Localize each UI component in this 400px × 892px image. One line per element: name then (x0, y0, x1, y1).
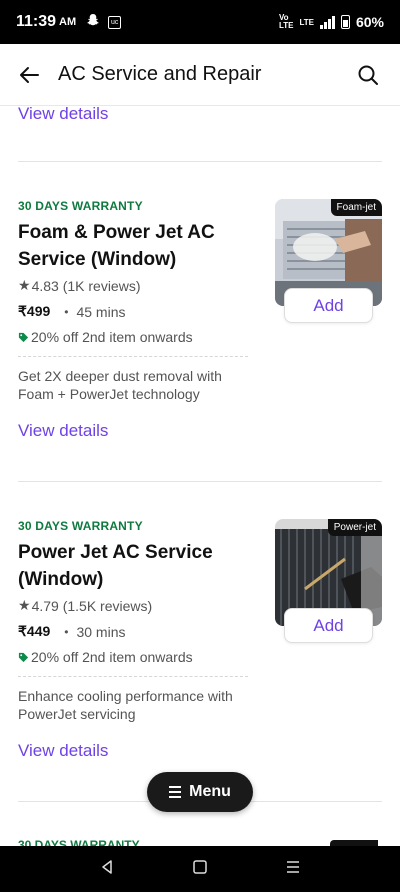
arrow-left-icon[interactable] (18, 58, 52, 92)
duration: 45 mins (76, 303, 126, 320)
offer-text: 20% off 2nd item onwards (31, 329, 193, 345)
search-icon[interactable] (354, 61, 382, 89)
back-triangle-icon[interactable] (99, 859, 115, 880)
view-details-link-previous[interactable]: View details (18, 104, 108, 124)
offer: 20% off 2nd item onwards (18, 649, 382, 665)
recents-menu-icon[interactable] (285, 859, 301, 880)
image-badge: Power-jet (327, 519, 382, 536)
battery-icon (340, 15, 350, 29)
offer-tag-icon (18, 332, 29, 342)
status-ampm: AM (59, 16, 77, 28)
add-button[interactable]: Add (284, 288, 373, 323)
dashed-divider (18, 676, 248, 677)
duration: 30 mins (76, 623, 126, 640)
divider (18, 481, 382, 482)
rating-text: 4.83 (1K reviews) (31, 277, 141, 294)
status-bar: 11:39 AM uc Vo LTE LTE 60% (0, 0, 400, 44)
status-time: 11:39 (16, 13, 57, 30)
system-nav-bar (0, 846, 400, 892)
service-card: 30 DAYS WARRANTY Foam & Power Jet AC Ser… (18, 199, 382, 441)
service-description: Get 2X deeper dust removal with Foam + P… (18, 368, 222, 402)
menu-button[interactable]: Menu (147, 772, 253, 812)
home-square-icon[interactable] (192, 859, 208, 880)
image-badge: Foam-jet (330, 199, 382, 216)
view-details-link[interactable]: View details (18, 741, 382, 761)
hamburger-icon (169, 786, 182, 798)
uc-browser-icon: uc (108, 15, 122, 29)
signal-icon (319, 15, 335, 29)
offer-tag-icon (18, 652, 29, 662)
page-title: AC Service and Repair (58, 63, 262, 85)
menu-label: Menu (189, 783, 231, 800)
service-card: 30 DAYS WARRANTY Power Jet AC Service (W… (18, 519, 382, 761)
service-title: Foam & Power Jet AC Service (Window) (18, 222, 215, 270)
battery-percent: 60% (355, 14, 384, 30)
view-details-link[interactable]: View details (18, 421, 382, 441)
app-header: AC Service and Repair (0, 44, 400, 106)
service-description: Enhance cooling performance with PowerJe… (18, 688, 233, 722)
network-label: LTE (299, 17, 314, 27)
price: ₹449 (18, 623, 51, 639)
add-button[interactable]: Add (284, 608, 373, 643)
divider (18, 161, 382, 162)
separator-dot: • (64, 304, 69, 319)
star-icon: ★ (18, 597, 31, 613)
snapchat-icon (86, 13, 100, 31)
separator-dot: • (64, 624, 69, 639)
offer: 20% off 2nd item onwards (18, 329, 382, 345)
rating-text: 4.79 (1.5K reviews) (31, 597, 153, 614)
price: ₹499 (18, 303, 51, 319)
star-icon: ★ (18, 277, 31, 293)
volte-icon: Vo LTE (278, 13, 294, 30)
dashed-divider (18, 356, 248, 357)
offer-text: 20% off 2nd item onwards (31, 649, 193, 665)
service-title: Power Jet AC Service (Window) (18, 542, 213, 590)
